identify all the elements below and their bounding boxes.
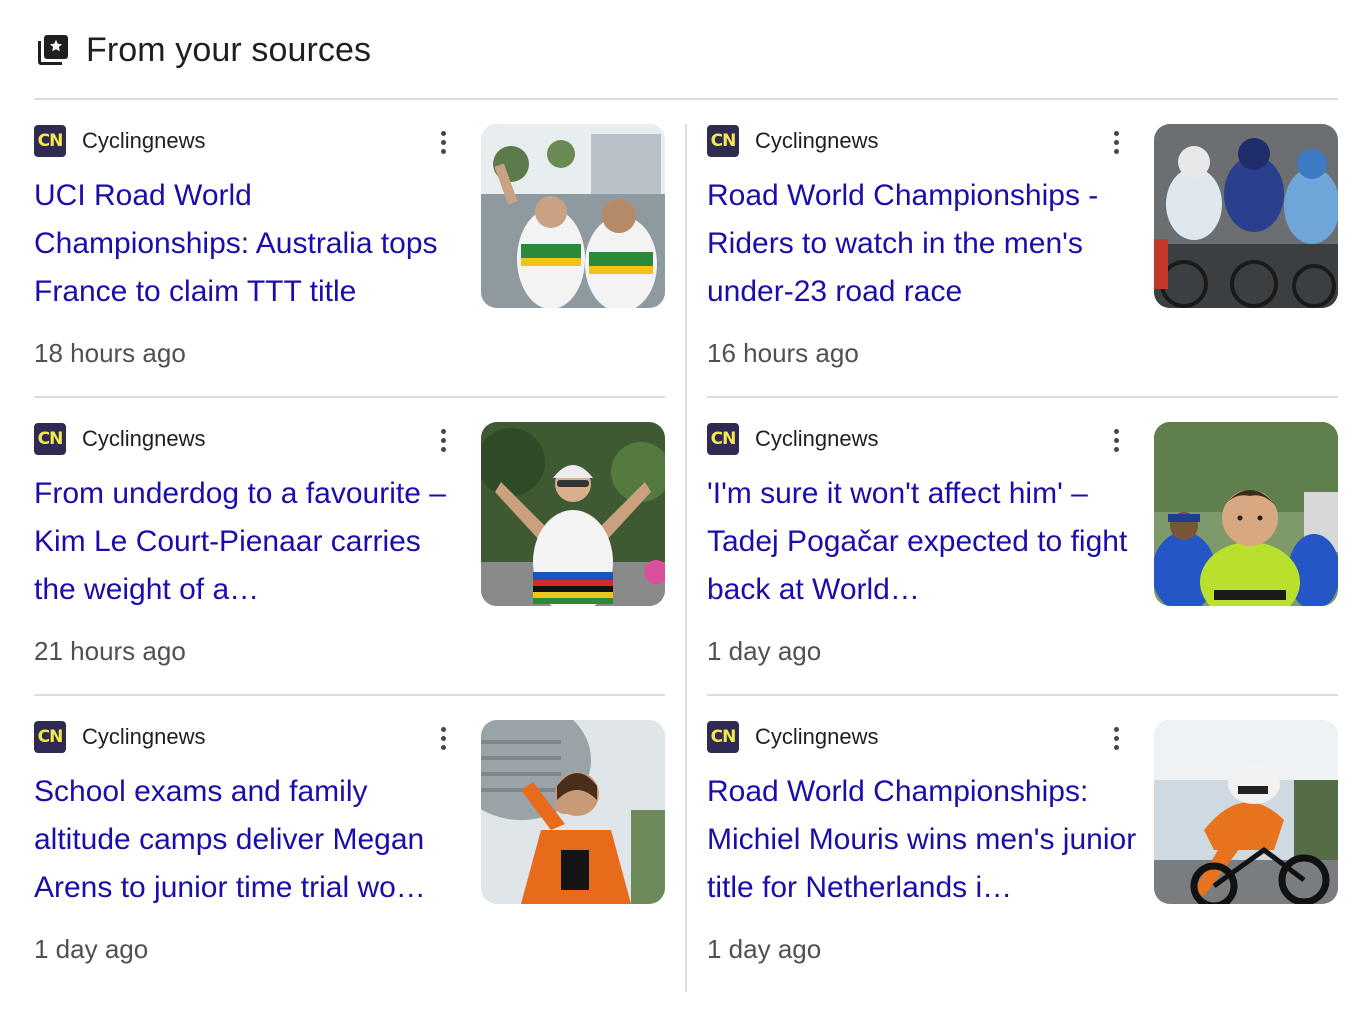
starred-stack-icon [34, 31, 72, 69]
news-card[interactable]: CN Cyclingnews From underdog to a favour… [34, 422, 665, 694]
source-name: Cyclingnews [82, 724, 206, 749]
timestamp: 1 day ago [34, 934, 149, 964]
timestamp: 1 day ago [707, 934, 822, 964]
source-name: Cyclingnews [755, 724, 879, 749]
section-title: From your sources [86, 30, 372, 69]
cyclingnews-logo: CN [34, 423, 66, 455]
news-card[interactable]: CN Cyclingnews 'I'm sure it won't affect… [707, 422, 1338, 694]
more-options-icon[interactable] [1107, 424, 1125, 456]
article-thumbnail[interactable] [481, 124, 665, 308]
timestamp: 18 hours ago [34, 338, 186, 368]
news-card[interactable]: CN Cyclingnews Road World Championships … [707, 124, 1338, 396]
section-header: From your sources [34, 28, 371, 72]
headline-link[interactable]: From underdog to a favourite – Kim Le Co… [34, 470, 464, 614]
source-row: CN Cyclingnews [707, 124, 879, 158]
header-divider [34, 98, 1338, 100]
cyclingnews-logo: CN [34, 721, 66, 753]
column-divider [685, 124, 687, 992]
headline-link[interactable]: School exams and family altitude camps d… [34, 768, 464, 912]
news-card[interactable]: CN Cyclingnews School exams and family a… [34, 720, 665, 992]
article-thumbnail[interactable] [1154, 124, 1338, 308]
article-thumbnail[interactable] [1154, 720, 1338, 904]
cyclingnews-logo: CN [707, 423, 739, 455]
row-divider [707, 396, 1338, 398]
news-card[interactable]: CN Cyclingnews Road World Championships:… [707, 720, 1338, 992]
headline-link[interactable]: 'I'm sure it won't affect him' – Tadej P… [707, 470, 1137, 614]
timestamp: 21 hours ago [34, 636, 186, 666]
more-options-icon[interactable] [434, 126, 452, 158]
source-row: CN Cyclingnews [34, 124, 206, 158]
cyclingnews-logo: CN [707, 721, 739, 753]
headline-link[interactable]: UCI Road World Championships: Australia … [34, 172, 464, 316]
source-name: Cyclingnews [82, 128, 206, 153]
news-card[interactable]: CN Cyclingnews UCI Road World Championsh… [34, 124, 665, 396]
more-options-icon[interactable] [1107, 722, 1125, 754]
source-name: Cyclingnews [755, 128, 879, 153]
more-options-icon[interactable] [434, 424, 452, 456]
article-thumbnail[interactable] [481, 720, 665, 904]
source-row: CN Cyclingnews [707, 422, 879, 456]
cyclingnews-logo: CN [34, 125, 66, 157]
headline-link[interactable]: Road World Championships - Riders to wat… [707, 172, 1137, 316]
article-thumbnail[interactable] [1154, 422, 1338, 606]
source-row: CN Cyclingnews [34, 422, 206, 456]
cyclingnews-logo: CN [707, 125, 739, 157]
source-row: CN Cyclingnews [34, 720, 206, 754]
row-divider [34, 694, 665, 696]
more-options-icon[interactable] [434, 722, 452, 754]
row-divider [707, 694, 1338, 696]
source-name: Cyclingnews [755, 426, 879, 451]
more-options-icon[interactable] [1107, 126, 1125, 158]
timestamp: 1 day ago [707, 636, 822, 666]
timestamp: 16 hours ago [707, 338, 859, 368]
article-thumbnail[interactable] [481, 422, 665, 606]
from-your-sources-panel: From your sources CN Cyclingnews UCI Roa… [0, 0, 1368, 1014]
source-row: CN Cyclingnews [707, 720, 879, 754]
source-name: Cyclingnews [82, 426, 206, 451]
headline-link[interactable]: Road World Championships: Michiel Mouris… [707, 768, 1137, 912]
row-divider [34, 396, 665, 398]
